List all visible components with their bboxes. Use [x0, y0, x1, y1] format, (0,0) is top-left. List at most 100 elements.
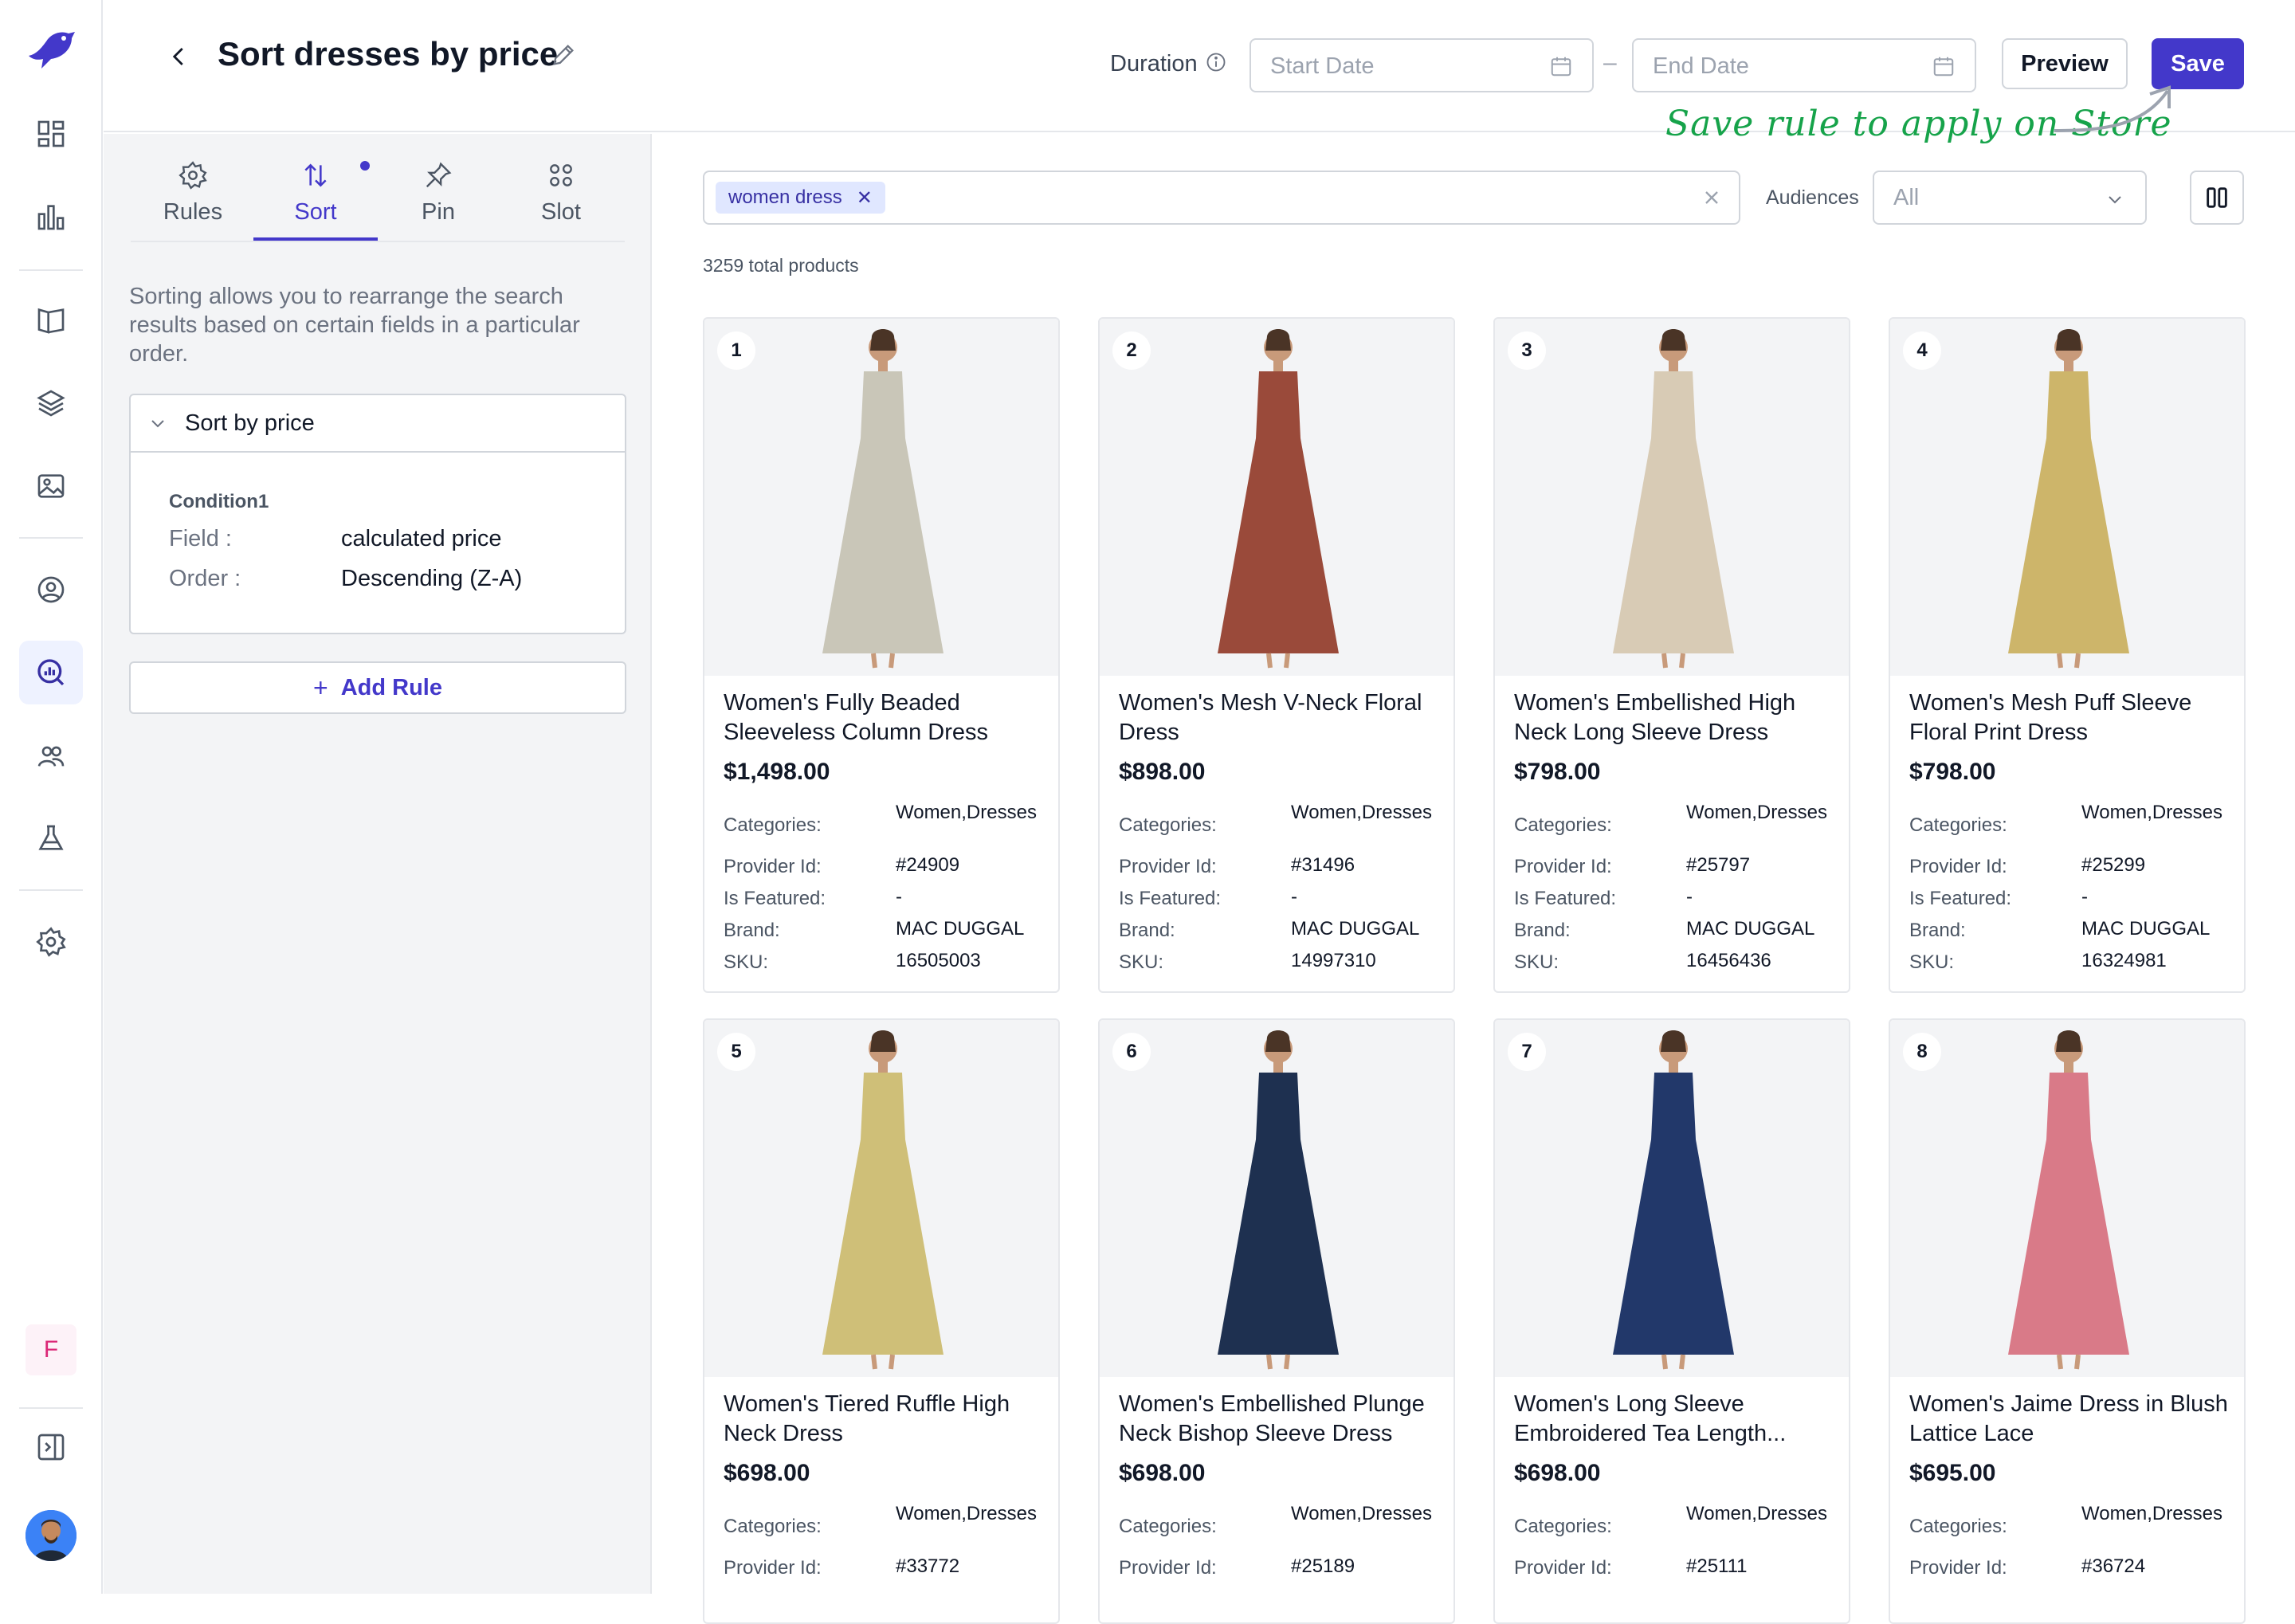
- product-name: Women's Mesh Puff Sleeve Floral Print Dr…: [1909, 690, 2192, 745]
- tab-label: Sort: [294, 199, 337, 225]
- product-name: Women's Embellished High Neck Long Sleev…: [1514, 690, 1796, 745]
- audiences-select[interactable]: All: [1873, 171, 2147, 225]
- dress-image-icon: [1613, 1030, 1734, 1370]
- brand-value: MAC DUGGAL: [896, 918, 1025, 939]
- sku-label: SKU:: [1909, 951, 1955, 973]
- provider-id-value: #25797: [1686, 854, 1751, 876]
- product-card[interactable]: 6 Women's Embellished Plunge Neck Bishop …: [1098, 1018, 1455, 1624]
- active-tab-indicator: [253, 237, 378, 241]
- provider-id-value: #25189: [1291, 1555, 1355, 1577]
- product-price: $698.00: [1119, 1460, 1206, 1486]
- divider: [19, 1407, 83, 1409]
- search-insights-icon[interactable]: [19, 641, 83, 704]
- provider-id-value: #25299: [2081, 854, 2146, 876]
- product-card[interactable]: 3 Women's Embellished High Neck Long Slee…: [1493, 317, 1850, 993]
- is-featured-label: Is Featured:: [1119, 888, 1222, 909]
- provider-id-value: #36724: [2081, 1555, 2146, 1577]
- product-name: Women's Long Sleeve Embroidered Tea Leng…: [1514, 1391, 1787, 1446]
- users-icon[interactable]: [19, 724, 83, 787]
- dress-image-icon: [2008, 1030, 2129, 1370]
- rank-badge: 1: [717, 331, 755, 370]
- categories-label: Categories:: [724, 1516, 822, 1537]
- product-card[interactable]: 1 Women's Fully Beaded Sleeveless Column …: [703, 317, 1060, 993]
- query-chip[interactable]: women dress ✕: [716, 182, 885, 214]
- provider-id-label: Provider Id:: [724, 856, 822, 877]
- product-card[interactable]: 4 Women's Mesh Puff Sleeve Floral Print D…: [1889, 317, 2246, 993]
- condition-title: Condition1: [169, 491, 269, 512]
- product-name: Women's Mesh V-Neck Floral Dress: [1119, 690, 1422, 745]
- rule-name: Sort by price: [185, 410, 315, 436]
- image-icon[interactable]: [19, 454, 83, 518]
- settings-icon[interactable]: [19, 910, 83, 974]
- bird-logo-icon[interactable]: [24, 24, 80, 72]
- product-price: $898.00: [1119, 759, 1206, 785]
- start-date-input[interactable]: Start Date: [1250, 38, 1594, 92]
- rank-badge: 8: [1903, 1033, 1941, 1071]
- categories-label: Categories:: [1514, 1516, 1612, 1537]
- field-label: Field :: [169, 526, 232, 551]
- tab-rules[interactable]: Rules: [131, 158, 255, 245]
- tab-sort[interactable]: Sort: [253, 158, 378, 245]
- back-icon[interactable]: [159, 37, 199, 76]
- is-featured-value: -: [896, 886, 902, 908]
- brand-label: Brand:: [1119, 920, 1175, 941]
- analytics-icon[interactable]: [19, 185, 83, 249]
- sidebar: F: [0, 0, 103, 1594]
- product-name: Women's Fully Beaded Sleeveless Column D…: [724, 690, 989, 745]
- sku-value: 14997310: [1291, 950, 1376, 971]
- categories-label: Categories:: [1514, 814, 1612, 836]
- tab-pin[interactable]: Pin: [376, 158, 500, 245]
- edit-pencil-icon[interactable]: [550, 41, 577, 69]
- categories-label: Categories:: [1119, 814, 1217, 836]
- user-circle-icon[interactable]: [19, 558, 83, 622]
- clear-search-icon[interactable]: [1701, 186, 1723, 209]
- remove-chip-icon[interactable]: ✕: [857, 186, 873, 210]
- divider: [19, 889, 83, 891]
- info-icon[interactable]: [1205, 51, 1227, 73]
- sku-value: 16505003: [896, 950, 981, 971]
- rank-badge: 3: [1508, 331, 1546, 370]
- product-card[interactable]: 7 Women's Long Sleeve Embroidered Tea Len…: [1493, 1018, 1850, 1624]
- provider-id-label: Provider Id:: [1514, 1557, 1612, 1579]
- page-header: Sort dresses by price Duration Start Dat…: [104, 0, 2295, 144]
- brand-value: MAC DUGGAL: [2081, 918, 2211, 939]
- categories-label: Categories:: [1909, 1516, 2007, 1537]
- columns-toggle-icon[interactable]: [2190, 171, 2244, 225]
- dashboard-icon[interactable]: [19, 102, 83, 166]
- avatar[interactable]: [26, 1510, 76, 1561]
- provider-id-label: Provider Id:: [1909, 1557, 2007, 1579]
- product-card[interactable]: 2 Women's Mesh V-Neck Floral Dress $898.00…: [1098, 317, 1455, 993]
- expand-sidebar-icon[interactable]: [19, 1415, 83, 1479]
- flask-icon[interactable]: [19, 806, 83, 870]
- end-date-input[interactable]: End Date: [1632, 38, 1976, 92]
- product-price: $695.00: [1909, 1460, 1996, 1486]
- tab-slot[interactable]: Slot: [499, 158, 623, 245]
- product-price: $1,498.00: [724, 759, 830, 785]
- chevron-down-icon: [2105, 190, 2124, 209]
- divider: [19, 537, 83, 539]
- calendar-icon: [1549, 54, 1573, 78]
- search-query-input[interactable]: women dress ✕: [703, 171, 1740, 225]
- categories-value: Women,Dresses: [896, 802, 1037, 823]
- product-image: 1: [704, 319, 1058, 676]
- workspace-badge[interactable]: F: [26, 1324, 76, 1375]
- product-card[interactable]: 8 Women's Jaime Dress in Blush Lattice La…: [1889, 1018, 2246, 1624]
- order-label: Order :: [169, 566, 241, 591]
- dress-image-icon: [1218, 1030, 1339, 1370]
- plus-icon: +: [313, 673, 328, 702]
- rule-card-header[interactable]: Sort by price: [131, 395, 625, 453]
- product-price: $698.00: [724, 1460, 810, 1486]
- order-value: Descending (Z-A): [341, 566, 523, 591]
- add-rule-button[interactable]: + Add Rule: [129, 661, 626, 714]
- rank-badge: 2: [1112, 331, 1151, 370]
- layers-icon[interactable]: [19, 371, 83, 435]
- catalog-icon[interactable]: [19, 288, 83, 352]
- provider-id-value: #24909: [896, 854, 960, 876]
- provider-id-value: #25111: [1686, 1555, 1748, 1577]
- dress-image-icon: [1613, 329, 1734, 669]
- grid-dots-icon: [499, 158, 623, 193]
- provider-id-label: Provider Id:: [1514, 856, 1612, 877]
- is-featured-label: Is Featured:: [724, 888, 826, 909]
- provider-id-label: Provider Id:: [1119, 856, 1217, 877]
- product-card[interactable]: 5 Women's Tiered Ruffle High Neck Dress $6…: [703, 1018, 1060, 1624]
